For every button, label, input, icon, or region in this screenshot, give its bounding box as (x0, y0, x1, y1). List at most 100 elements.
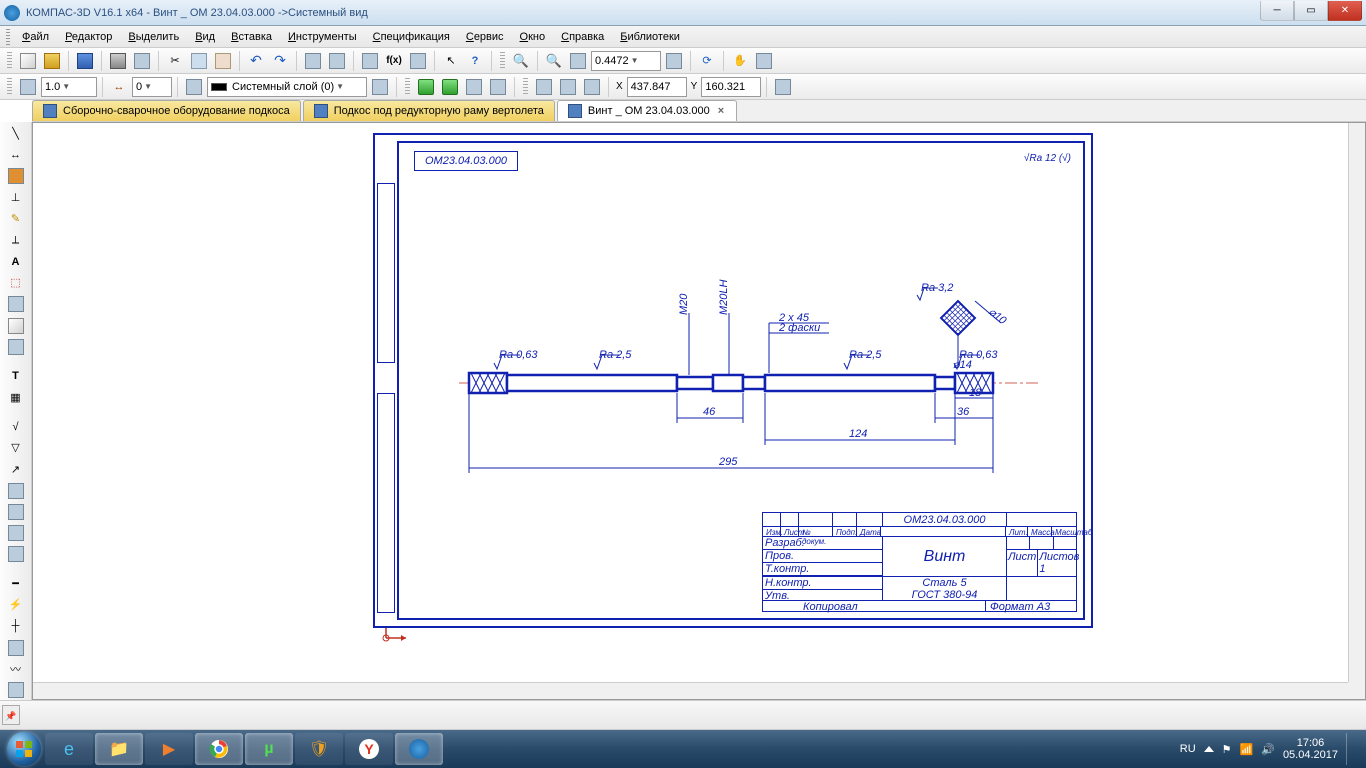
menubar-grip[interactable] (6, 29, 10, 45)
layer-combo[interactable]: Системный слой (0) ▼ (207, 77, 367, 97)
doctab-1[interactable]: Подкос под редукторную раму вертолета (303, 100, 555, 121)
autoaxis-tool[interactable] (5, 681, 27, 700)
text-tool[interactable]: T (5, 366, 27, 385)
toolbar-grip-2[interactable] (500, 52, 505, 70)
paste-button[interactable] (212, 50, 234, 72)
zoom-fit-button[interactable] (663, 50, 685, 72)
param-tool[interactable]: ⟂ (5, 231, 27, 250)
open-button[interactable] (41, 50, 63, 72)
tab-close-button[interactable]: × (716, 105, 726, 117)
taskbar-explorer[interactable]: 📁 (95, 733, 143, 765)
tray-volume-icon[interactable]: 🔊 (1261, 743, 1275, 756)
taskbar-chrome[interactable] (195, 733, 243, 765)
step-combo[interactable]: 0 ▼ (132, 77, 172, 97)
mark-tool[interactable] (5, 502, 27, 521)
menu-file[interactable]: Файл (16, 29, 55, 45)
doctab-0[interactable]: Сборочно-сварочное оборудование подкоса (32, 100, 301, 121)
report-tool[interactable] (5, 316, 27, 335)
zoom-dynamic-button[interactable]: 🔍 (543, 50, 565, 72)
snap-button[interactable] (439, 76, 461, 98)
new-button[interactable] (17, 50, 39, 72)
cut-line-tool[interactable]: ━ (5, 574, 27, 593)
measure-tool[interactable]: A (5, 252, 27, 271)
roughness-tool[interactable]: √ (5, 417, 27, 436)
horizontal-scrollbar[interactable] (33, 682, 1348, 699)
view-grid-button[interactable] (17, 76, 39, 98)
show-desktop-button[interactable] (1346, 733, 1354, 765)
toolbar-grip-3[interactable] (7, 78, 12, 96)
coord-x-input[interactable] (627, 77, 687, 97)
undo-button[interactable]: ↶ (245, 50, 267, 72)
window-minimize-button[interactable]: ─ (1260, 1, 1294, 21)
menu-edit[interactable]: Редактор (59, 29, 118, 45)
drawing-canvas[interactable]: OM23.04.03.000 √Ra 12 (√) (32, 122, 1366, 700)
print-button[interactable] (107, 50, 129, 72)
doctab-2[interactable]: Винт _ OM 23.04.03.000 × (557, 100, 737, 121)
menu-view[interactable]: Вид (189, 29, 221, 45)
taskbar-wmp[interactable]: ▶ (145, 733, 193, 765)
angle-button[interactable] (557, 76, 579, 98)
copy-button[interactable] (188, 50, 210, 72)
tray-show-hidden[interactable] (1204, 746, 1214, 752)
spec-button[interactable] (359, 50, 381, 72)
round-button[interactable] (581, 76, 603, 98)
menu-libs[interactable]: Библиотеки (614, 29, 686, 45)
constraint-tool[interactable]: ⊥ (5, 188, 27, 207)
coord-y-input[interactable] (701, 77, 761, 97)
menu-window[interactable]: Окно (514, 29, 552, 45)
axis-tool[interactable] (5, 638, 27, 657)
toolbar-grip[interactable] (7, 52, 12, 70)
menu-tools[interactable]: Инструменты (282, 29, 363, 45)
menu-service[interactable]: Сервис (460, 29, 510, 45)
param-button[interactable] (487, 76, 509, 98)
centerline-tool[interactable]: ┼ (5, 617, 27, 636)
zoom-value-combo[interactable]: 0.4472 ▼ (591, 51, 661, 71)
tolerance-tool[interactable] (5, 545, 27, 564)
geometry-tool[interactable]: ╲ (5, 124, 27, 143)
taskbar-utorrent[interactable]: µ (245, 733, 293, 765)
dimension-tool[interactable]: ↔ (5, 145, 27, 164)
properties-button[interactable] (302, 50, 324, 72)
taskbar-ie[interactable]: e (45, 733, 93, 765)
prop-panel-pin[interactable]: 📌 (2, 705, 20, 725)
taskbar-app1[interactable]: 🛡 (295, 733, 343, 765)
leader-tool[interactable]: ↗ (5, 460, 27, 479)
brand-tool[interactable] (5, 481, 27, 500)
tray-clock[interactable]: 17:06 05.04.2017 (1283, 737, 1338, 761)
zoom-window-button[interactable]: 🔍 (510, 50, 532, 72)
zoom-prev-button[interactable] (567, 50, 589, 72)
save-button[interactable] (74, 50, 96, 72)
tray-flag-icon[interactable]: ⚑ (1222, 743, 1232, 756)
layer-manager-button[interactable] (369, 76, 391, 98)
orbit-button[interactable] (753, 50, 775, 72)
tree-button[interactable] (326, 50, 348, 72)
insert-tool[interactable] (5, 337, 27, 356)
window-maximize-button[interactable]: ▭ (1294, 1, 1328, 21)
edit-tool[interactable]: ✎ (5, 209, 27, 228)
arrow-tool[interactable]: ⚡ (5, 595, 27, 614)
menu-help[interactable]: Справка (555, 29, 610, 45)
taskbar-kompas[interactable] (395, 733, 443, 765)
menu-select[interactable]: Выделить (122, 29, 185, 45)
posnum-tool[interactable] (5, 524, 27, 543)
cursor-button[interactable]: ↖ (440, 50, 462, 72)
taskbar-yandex[interactable]: Y (345, 733, 393, 765)
toolbar-grip-5[interactable] (523, 78, 528, 96)
ortho-button[interactable] (415, 76, 437, 98)
spec-tool[interactable] (5, 295, 27, 314)
pan-button[interactable]: ✋ (729, 50, 751, 72)
menu-insert[interactable]: Вставка (225, 29, 278, 45)
menu-spec[interactable]: Спецификация (367, 29, 456, 45)
table-tool[interactable]: ▦ (5, 388, 27, 407)
scale-combo[interactable]: 1.0 ▼ (41, 77, 97, 97)
cut-button[interactable]: ✂ (164, 50, 186, 72)
designation-tool[interactable] (5, 167, 27, 186)
tray-lang[interactable]: RU (1180, 743, 1196, 755)
tray-network-icon[interactable]: 📶 (1240, 743, 1254, 756)
grid-toggle-button[interactable] (463, 76, 485, 98)
wave-tool[interactable]: 〰 (5, 659, 27, 678)
vars-button[interactable] (407, 50, 429, 72)
end-button[interactable] (772, 76, 794, 98)
refresh-button[interactable]: ⟳ (696, 50, 718, 72)
base-tool[interactable]: ▽ (5, 438, 27, 457)
